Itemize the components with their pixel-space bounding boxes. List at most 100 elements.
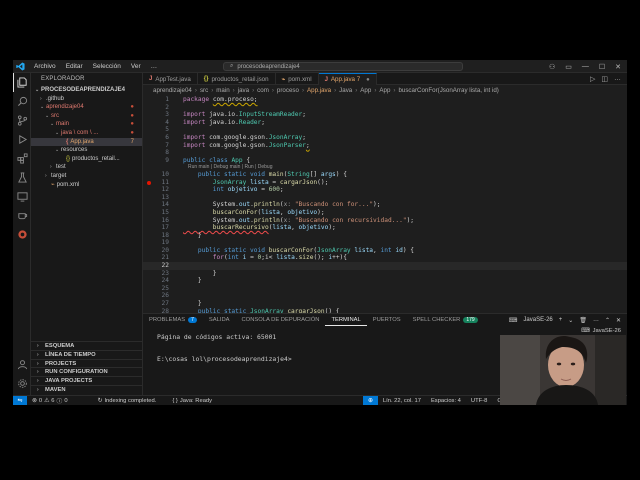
tree-item[interactable]: ⌄ main ●: [31, 120, 142, 129]
tab-puertos[interactable]: PUERTOS: [367, 314, 407, 326]
maximize-icon[interactable]: ☐: [599, 63, 605, 71]
breadcrumb-item[interactable]: App: [379, 87, 390, 94]
settings-gear-icon[interactable]: [13, 374, 31, 393]
tree-item[interactable]: ⌁ pom.xml: [31, 181, 142, 190]
code-line[interactable]: 1 package com.proceso;: [143, 96, 627, 104]
java-projects-icon[interactable]: [13, 206, 31, 225]
section-linea-tiempo[interactable]: › LÍNEA DE TIEMPO: [31, 349, 143, 359]
breadcrumb-item[interactable]: com: [257, 87, 269, 94]
source-control-icon[interactable]: [13, 111, 31, 130]
code-line[interactable]: 15 buscarConFor(lista, objetivo);: [143, 209, 627, 217]
menu-archivo[interactable]: Archivo: [29, 63, 61, 70]
breakpoint-icon[interactable]: [147, 180, 151, 185]
breadcrumb-item[interactable]: proceso: [277, 87, 299, 94]
code-line[interactable]: 2: [143, 104, 627, 112]
code-line[interactable]: 20 public static void buscarConFor(JsonA…: [143, 247, 627, 255]
code-line[interactable]: 11 JsonArray lista = cargarJson();: [143, 179, 627, 187]
terminal-list-item[interactable]: ⌨ JavaSE-26: [581, 328, 621, 334]
remote-explorer-icon[interactable]: [13, 187, 31, 206]
tree-item[interactable]: › .github: [31, 95, 142, 104]
zoom-icon[interactable]: ⊕: [363, 395, 378, 405]
section-esquema[interactable]: › ESQUEMA: [31, 341, 143, 350]
terminal-name[interactable]: JavaSE-26: [523, 317, 552, 323]
explorer-icon[interactable]: [13, 73, 31, 92]
breadcrumb-item[interactable]: aprendizaje04: [153, 87, 192, 94]
code-editor[interactable]: 1 package com.proceso; 2 3 import java.io.In…: [143, 96, 627, 313]
maximize-panel-icon[interactable]: ⌃: [605, 317, 610, 324]
tree-item[interactable]: ⌄ src ●: [31, 112, 142, 121]
code-line[interactable]: 18 }: [143, 232, 627, 240]
menu-seleccion[interactable]: Selección: [88, 63, 126, 70]
copilot-icon[interactable]: ⚇: [549, 63, 555, 71]
add-terminal-icon[interactable]: +: [559, 317, 563, 323]
encoding[interactable]: UTF-8: [466, 398, 492, 404]
code-line[interactable]: 8: [143, 149, 627, 157]
breadcrumb-item[interactable]: buscarConFor(JsonArray lista, int id): [398, 87, 498, 94]
tree-item[interactable]: › target: [31, 172, 142, 181]
tree-item[interactable]: › test: [31, 163, 142, 172]
layout-icon[interactable]: ▭: [565, 63, 572, 71]
code-line[interactable]: 21 for(int i = 0;i< lista.size(); i++){: [143, 254, 627, 262]
tree-item[interactable]: ⌄ resources: [31, 146, 142, 155]
trash-icon[interactable]: 🗑: [579, 317, 587, 324]
code-line[interactable]: 6 import com.google.gson.JsonArray;: [143, 134, 627, 142]
account-icon[interactable]: [13, 355, 31, 374]
code-line[interactable]: 26: [143, 292, 627, 300]
code-line[interactable]: 9 public class App {: [143, 157, 627, 165]
minimize-icon[interactable]: —: [582, 63, 589, 70]
close-window-icon[interactable]: ✕: [615, 63, 621, 71]
menu-editar[interactable]: Editar: [61, 63, 88, 70]
explorer-root[interactable]: ⌄ PROCESODEAPRENDIZAJE4: [31, 86, 142, 95]
code-line[interactable]: 16 System.out.println(x: "Buscando con r…: [143, 217, 627, 225]
section-run-configuration[interactable]: › RUN CONFIGURATION: [31, 367, 143, 376]
more-actions-icon[interactable]: …: [614, 75, 621, 82]
breadcrumb-item[interactable]: java: [238, 87, 249, 94]
testing-icon[interactable]: [13, 168, 31, 187]
cursor-position[interactable]: Lín. 22, col. 17: [378, 398, 426, 404]
code-line[interactable]: 23 }: [143, 270, 627, 278]
breadcrumb-item[interactable]: Java: [339, 87, 352, 94]
java-status[interactable]: { } Java: Ready: [167, 398, 217, 404]
tab-app-java[interactable]: J App.java 7 ●: [318, 73, 377, 85]
tab-salida[interactable]: SALIDA: [203, 314, 236, 326]
tree-item[interactable]: ⌄ aprendizaje04 ●: [31, 103, 142, 112]
extensions-icon[interactable]: [13, 149, 31, 168]
run-icon[interactable]: ▷: [590, 75, 595, 83]
indentation[interactable]: Espacios: 4: [426, 398, 466, 404]
code-line[interactable]: 24 }: [143, 277, 627, 285]
close-panel-icon[interactable]: ✕: [616, 317, 621, 324]
chevron-down-icon[interactable]: ⌄: [568, 317, 573, 324]
code-line[interactable]: 22: [143, 262, 627, 270]
tab-problemas[interactable]: PROBLEMAS 7: [143, 314, 203, 326]
breadcrumb-item[interactable]: main: [216, 87, 229, 94]
menu-ver[interactable]: Ver: [126, 63, 146, 70]
tab-spell-checker[interactable]: SPELL CHECKER 179: [407, 314, 484, 326]
indexing-status[interactable]: ↻ Indexing completed.: [93, 398, 162, 404]
remote-icon[interactable]: ⇋: [13, 395, 27, 405]
section-java-projects[interactable]: › JAVA PROJECTS: [31, 376, 143, 385]
tree-item[interactable]: {App.java 7: [31, 137, 142, 147]
docker-icon[interactable]: [13, 225, 31, 244]
section-projects[interactable]: › PROJECTS: [31, 358, 143, 368]
code-lens[interactable]: Run main | Debug main | Run | Debug: [143, 164, 627, 171]
tree-item[interactable]: {} productos_retail...: [31, 155, 142, 164]
problems-status[interactable]: ⊗ 0 ⚠ 6 ⓘ 0: [27, 396, 73, 406]
code-line[interactable]: 13: [143, 194, 627, 202]
code-line[interactable]: 25: [143, 285, 627, 293]
menu-more[interactable]: …: [146, 63, 163, 70]
section-maven[interactable]: › MAVEN: [31, 384, 143, 394]
unsaved-dot-icon[interactable]: ●: [366, 77, 370, 83]
tab-productos-json[interactable]: {} productos_retail.json: [198, 73, 276, 85]
run-debug-icon[interactable]: [13, 130, 31, 149]
command-center-search[interactable]: ⌕ procesodeaprendizaje4: [223, 62, 463, 71]
code-line[interactable]: 10 public static void main(String[] args…: [143, 171, 627, 179]
code-line[interactable]: 12 int objetivo = 600;: [143, 186, 627, 194]
code-line[interactable]: 5: [143, 126, 627, 134]
tree-item[interactable]: ⌄ java \ com \ ... ●: [31, 129, 142, 138]
code-line[interactable]: 3 import java.io.InputStreamReader;: [143, 111, 627, 119]
tab-apptest-java[interactable]: J AppTest.java: [143, 73, 198, 85]
tab-consola-depuracion[interactable]: CONSOLA DE DEPURACIÓN: [236, 314, 326, 326]
code-line[interactable]: 14 System.out.println(x: "Buscando con f…: [143, 201, 627, 209]
code-line[interactable]: 7 import com.google.gson.JsonParser;: [143, 142, 627, 150]
split-editor-icon[interactable]: ◫: [601, 75, 608, 83]
